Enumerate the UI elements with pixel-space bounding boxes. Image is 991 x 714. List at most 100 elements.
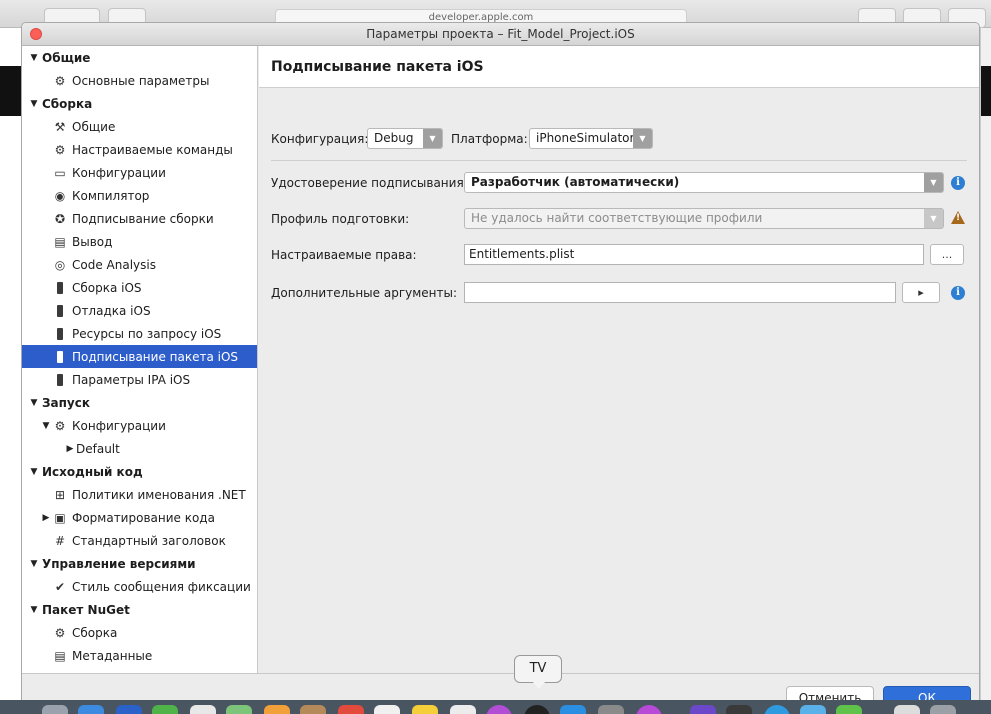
sidebar-item[interactable]: ▤ Вывод: [22, 230, 257, 253]
provisioning-profile-label: Профиль подготовки:: [271, 212, 410, 226]
dock-app-icon[interactable]: [152, 705, 178, 714]
dock-app-icon[interactable]: [42, 705, 68, 714]
sidebar-item[interactable]: Сборка iOS: [22, 276, 257, 299]
sidebar-item[interactable]: ▤ Метаданные: [22, 644, 257, 667]
sidebar-item[interactable]: ▼ Управление версиями: [22, 552, 257, 575]
browse-button[interactable]: ...: [930, 244, 964, 265]
dock-app-icon[interactable]: [598, 705, 624, 714]
info-icon[interactable]: i: [951, 176, 965, 190]
configuration-select[interactable]: Debug ▼: [367, 128, 443, 149]
sidebar-item-label: Конфигурации: [72, 165, 166, 180]
chevron-down-icon: ▼: [633, 129, 652, 148]
sidebar-item[interactable]: ⚙ Основные параметры: [22, 69, 257, 92]
provisioning-profile-select[interactable]: Не удалось найти соответствующие профили…: [464, 208, 944, 229]
signing-identity-select[interactable]: Разработчик (автоматически) ▼: [464, 172, 944, 193]
dock-app-icon[interactable]: [560, 705, 586, 714]
dock-app-icon[interactable]: [374, 705, 400, 714]
dock-app-icon[interactable]: [450, 705, 476, 714]
dock-app-icon[interactable]: [486, 705, 512, 714]
sidebar-item[interactable]: ▭ Конфигурации: [22, 161, 257, 184]
target-icon: ◎: [54, 257, 66, 272]
sidebar-item[interactable]: ▼ Пакет NuGet: [22, 598, 257, 621]
additional-args-input[interactable]: [464, 282, 896, 303]
dock-app-icon[interactable]: [764, 705, 790, 714]
platform-select[interactable]: iPhoneSimulator ▼: [529, 128, 653, 149]
disclosure-down-icon[interactable]: ▼: [28, 398, 40, 408]
sidebar-item-label: Общие: [72, 119, 116, 134]
gear-icon: ⚙: [54, 625, 66, 640]
sidebar-item-label: Пакет NuGet: [42, 602, 130, 617]
warning-icon: !: [951, 211, 965, 224]
sidebar-item-label: Политики именования .NET: [72, 487, 246, 502]
dock-app-icon[interactable]: [930, 705, 956, 714]
sidebar-item[interactable]: ◎ Code Analysis: [22, 253, 257, 276]
sidebar-item[interactable]: ▶ ▣ Форматирование кода: [22, 506, 257, 529]
iphone-icon: [52, 327, 68, 341]
dock-app-icon[interactable]: [190, 705, 216, 714]
dock-app-icon[interactable]: [726, 705, 752, 714]
sidebar-item[interactable]: ⚙ Сборка: [22, 621, 257, 644]
options-sidebar: ▼ Общие ⚙ Основные параметры ▼ Сборка ⚒ Общие ⚙ Н…: [22, 46, 258, 673]
sidebar-item[interactable]: Ресурсы по запросу iOS: [22, 322, 257, 345]
iphone-shape: [57, 328, 63, 340]
dock-app-icon[interactable]: [116, 705, 142, 714]
sidebar-item-label: Вывод: [72, 234, 113, 249]
sidebar-item[interactable]: ▶ Default: [22, 437, 257, 460]
disclosure-down-icon[interactable]: ▼: [28, 605, 40, 615]
dock-app-icon[interactable]: [264, 705, 290, 714]
sidebar-item[interactable]: ▼ Исходный код: [22, 460, 257, 483]
sidebar-item[interactable]: Отладка iOS: [22, 299, 257, 322]
sidebar-item[interactable]: ◉ Компилятор: [22, 184, 257, 207]
sidebar-item[interactable]: ▼ Сборка: [22, 92, 257, 115]
signing-identity-value: Разработчик (автоматически): [471, 175, 680, 189]
sidebar-item[interactable]: ▼ Запуск: [22, 391, 257, 414]
sidebar-item[interactable]: Подписывание пакета iOS: [22, 345, 257, 368]
sidebar-item-label: Default: [76, 441, 120, 456]
dock-app-icon[interactable]: [338, 705, 364, 714]
sidebar-item[interactable]: ▼ Общие: [22, 46, 257, 69]
window-titlebar: Параметры проекта – Fit_Model_Project.iO…: [22, 23, 979, 46]
gear-icon: ⚙: [54, 142, 66, 157]
sidebar-item[interactable]: ✪ Подписывание сборки: [22, 207, 257, 230]
sidebar-item-label: Параметры IPA iOS: [72, 372, 191, 387]
sidebar-item-label: Основные параметры: [72, 73, 210, 88]
divider: [271, 160, 967, 161]
sidebar-item[interactable]: ⊞ Политики именования .NET: [22, 483, 257, 506]
naming-icon: ⊞: [54, 487, 66, 502]
disclosure-down-icon[interactable]: ▼: [28, 559, 40, 569]
insert-macro-button[interactable]: ▸: [902, 282, 940, 303]
sidebar-item[interactable]: ▼ ⚙ Конфигурации: [22, 414, 257, 437]
sidebar-item[interactable]: ⚒ Общие: [22, 115, 257, 138]
sidebar-item[interactable]: # Стандартный заголовок: [22, 529, 257, 552]
additional-args-label: Дополнительные аргументы:: [271, 286, 458, 300]
chevron-down-icon: ▼: [924, 209, 943, 228]
sidebar-item-label: Сборка: [72, 625, 118, 640]
disclosure-down-icon[interactable]: ▼: [28, 467, 40, 477]
dock-app-icon[interactable]: [412, 705, 438, 714]
disclosure-down-icon[interactable]: ▼: [28, 99, 40, 109]
close-window-button[interactable]: [30, 28, 42, 40]
entitlements-input[interactable]: Entitlements.plist: [464, 244, 924, 265]
sidebar-item-label: Ресурсы по запросу iOS: [72, 326, 222, 341]
dock-app-icon[interactable]: [300, 705, 326, 714]
tv-app-icon[interactable]: [524, 705, 550, 714]
disclosure-down-icon[interactable]: ▼: [40, 421, 52, 431]
dock-app-icon[interactable]: [226, 705, 252, 714]
dock-app-icon[interactable]: [78, 705, 104, 714]
sidebar-item[interactable]: ⚙ Настраиваемые команды: [22, 138, 257, 161]
dock-tooltip: TV: [514, 655, 562, 689]
sidebar-item[interactable]: Параметры IPA iOS: [22, 368, 257, 391]
disclosure-right-icon[interactable]: ▶: [64, 444, 76, 454]
disclosure-down-icon[interactable]: ▼: [28, 53, 40, 63]
disclosure-right-icon[interactable]: ▶: [40, 513, 52, 523]
sidebar-item[interactable]: ✔ Стиль сообщения фиксации: [22, 575, 257, 598]
gear-icon: ⚙: [54, 418, 66, 433]
sidebar-item-label: Отладка iOS: [72, 303, 151, 318]
dock-app-icon[interactable]: [690, 705, 716, 714]
dock-app-icon[interactable]: [836, 705, 862, 714]
info-icon[interactable]: i: [951, 286, 965, 300]
check-circle-icon: ✔: [54, 579, 66, 594]
dock-app-icon[interactable]: [800, 705, 826, 714]
dock-app-icon[interactable]: [894, 705, 920, 714]
dock-app-icon[interactable]: [636, 705, 662, 714]
